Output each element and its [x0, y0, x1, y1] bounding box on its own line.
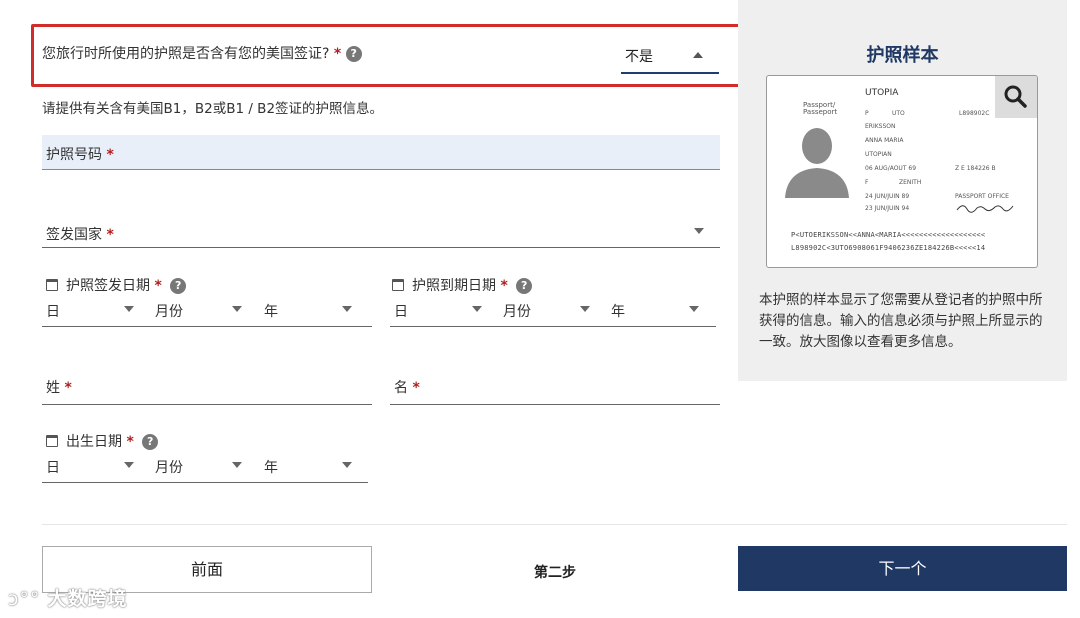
passport-number-label: 护照号码 *	[46, 147, 114, 163]
issue-date-group: 护照签发日期 * ? 日 月份 年	[42, 275, 372, 327]
passport-word: Passport/ Passeport	[803, 101, 838, 116]
expiry-date-label: 护照到期日期 * ?	[392, 275, 533, 295]
help-icon[interactable]: ?	[516, 278, 533, 294]
next-button[interactable]: 下一个	[738, 546, 1067, 591]
expiry-day-select[interactable]: 日	[394, 301, 408, 321]
visa-answer-value: 不是	[625, 49, 653, 65]
calendar-icon	[46, 435, 58, 447]
calendar-icon	[46, 279, 58, 291]
issue-date-row: 日 月份 年	[42, 297, 372, 327]
expiry-year-select[interactable]: 年	[611, 301, 625, 321]
issue-day-select[interactable]: 日	[46, 301, 60, 321]
visa-answer-select[interactable]: 不是	[621, 40, 719, 74]
birth-date-label: 出生日期 * ?	[46, 431, 159, 451]
issue-month-select[interactable]: 月份	[155, 301, 183, 321]
sample-dob: 06 AUG/AOUT 69	[865, 165, 917, 172]
issuing-country-select[interactable]: 签发国家 *	[42, 213, 720, 248]
chevron-down-icon	[580, 306, 590, 312]
sample-code: UTO	[892, 110, 905, 117]
person-silhouette-icon	[785, 128, 849, 198]
passport-sample-description: 本护照的样本显示了您需要从登记者的护照中所获得的信息。输入的信息必须与护照上所显…	[759, 292, 1043, 350]
passport-sample-image[interactable]: Passport/ Passeport UTOPIA P UTO L898902…	[766, 75, 1038, 268]
sample-personal-no: Z E 184226 B	[955, 165, 996, 172]
signature-image	[956, 205, 1014, 213]
search-icon	[1004, 85, 1027, 108]
help-icon[interactable]: ?	[142, 434, 159, 450]
issuing-country-label: 签发国家 *	[46, 227, 114, 243]
first-name-label: 名 *	[394, 380, 420, 396]
birth-date-row: 日 月份 年	[42, 453, 368, 483]
chevron-down-icon	[124, 462, 134, 468]
chevron-up-icon	[693, 52, 703, 58]
passport-info-hint: 请提供有关含有美国B1，B2或B1 / B2签证的护照信息。	[42, 101, 384, 117]
last-name-field[interactable]: 姓 *	[42, 372, 372, 405]
sample-nationality: UTOPIAN	[865, 151, 892, 158]
birth-day-select[interactable]: 日	[46, 457, 60, 477]
expiry-month-select[interactable]: 月份	[503, 301, 531, 321]
first-name-field[interactable]: 名 *	[390, 372, 720, 405]
sample-authority: PASSPORT OFFICE	[955, 193, 1009, 200]
required-mark: *	[333, 46, 342, 62]
passport-number-field[interactable]: 护照号码 *	[42, 135, 720, 170]
chevron-down-icon	[342, 462, 352, 468]
chevron-down-icon	[342, 306, 352, 312]
sample-expiry-date: 23 JUN/JUIN 94	[865, 205, 910, 212]
sample-birthplace: ZENITH	[899, 179, 922, 186]
passport-sample-panel: 护照样本 Passport/ Passeport UTOPIA P UTO L8…	[738, 0, 1067, 381]
footer-divider	[42, 524, 1067, 525]
watermark: ↄ°° 大数跨境	[8, 588, 128, 610]
mrz-line-1: P<UTOERIKSSON<<ANNA<MARIA<<<<<<<<<<<<<<<…	[791, 231, 986, 239]
chevron-down-icon	[232, 306, 242, 312]
sample-type: P	[865, 110, 869, 117]
step-indicator: 第二步	[534, 565, 576, 581]
passport-sample-title: 护照样本	[866, 45, 939, 66]
calendar-icon	[392, 279, 404, 291]
last-name-label: 姓 *	[46, 380, 72, 396]
help-icon[interactable]: ?	[345, 46, 362, 62]
sample-surname: ERIKSSON	[865, 123, 896, 130]
birth-year-select[interactable]: 年	[264, 457, 278, 477]
birth-month-select[interactable]: 月份	[155, 457, 183, 477]
chevron-down-icon	[689, 306, 699, 312]
chevron-down-icon	[232, 462, 242, 468]
sample-country: UTOPIA	[865, 88, 899, 98]
expiry-date-group: 护照到期日期 * ? 日 月份 年	[390, 275, 716, 327]
zoom-button[interactable]	[995, 76, 1037, 118]
chevron-down-icon	[124, 306, 134, 312]
mrz-line-2: L898902C<3UTO6908061F9406236ZE184226B<<<…	[791, 244, 986, 252]
sample-sex: F	[865, 179, 869, 186]
sample-number: L898902C	[959, 110, 990, 117]
help-icon[interactable]: ?	[170, 278, 187, 294]
expiry-date-row: 日 月份 年	[390, 297, 716, 327]
birth-date-group: 出生日期 * ? 日 月份 年	[42, 431, 368, 483]
sample-issue-date: 24 JUN/JUIN 89	[865, 193, 910, 200]
issue-year-select[interactable]: 年	[264, 301, 278, 321]
watermark-logo-icon: ↄ°°	[8, 588, 48, 610]
chevron-down-icon	[694, 228, 704, 234]
issue-date-label: 护照签发日期 * ?	[46, 275, 187, 295]
sample-given-names: ANNA MARIA	[865, 137, 904, 144]
chevron-down-icon	[472, 306, 482, 312]
visa-question-label: 您旅行时所使用的护照是否含有您的美国签证? * ?	[42, 43, 362, 63]
